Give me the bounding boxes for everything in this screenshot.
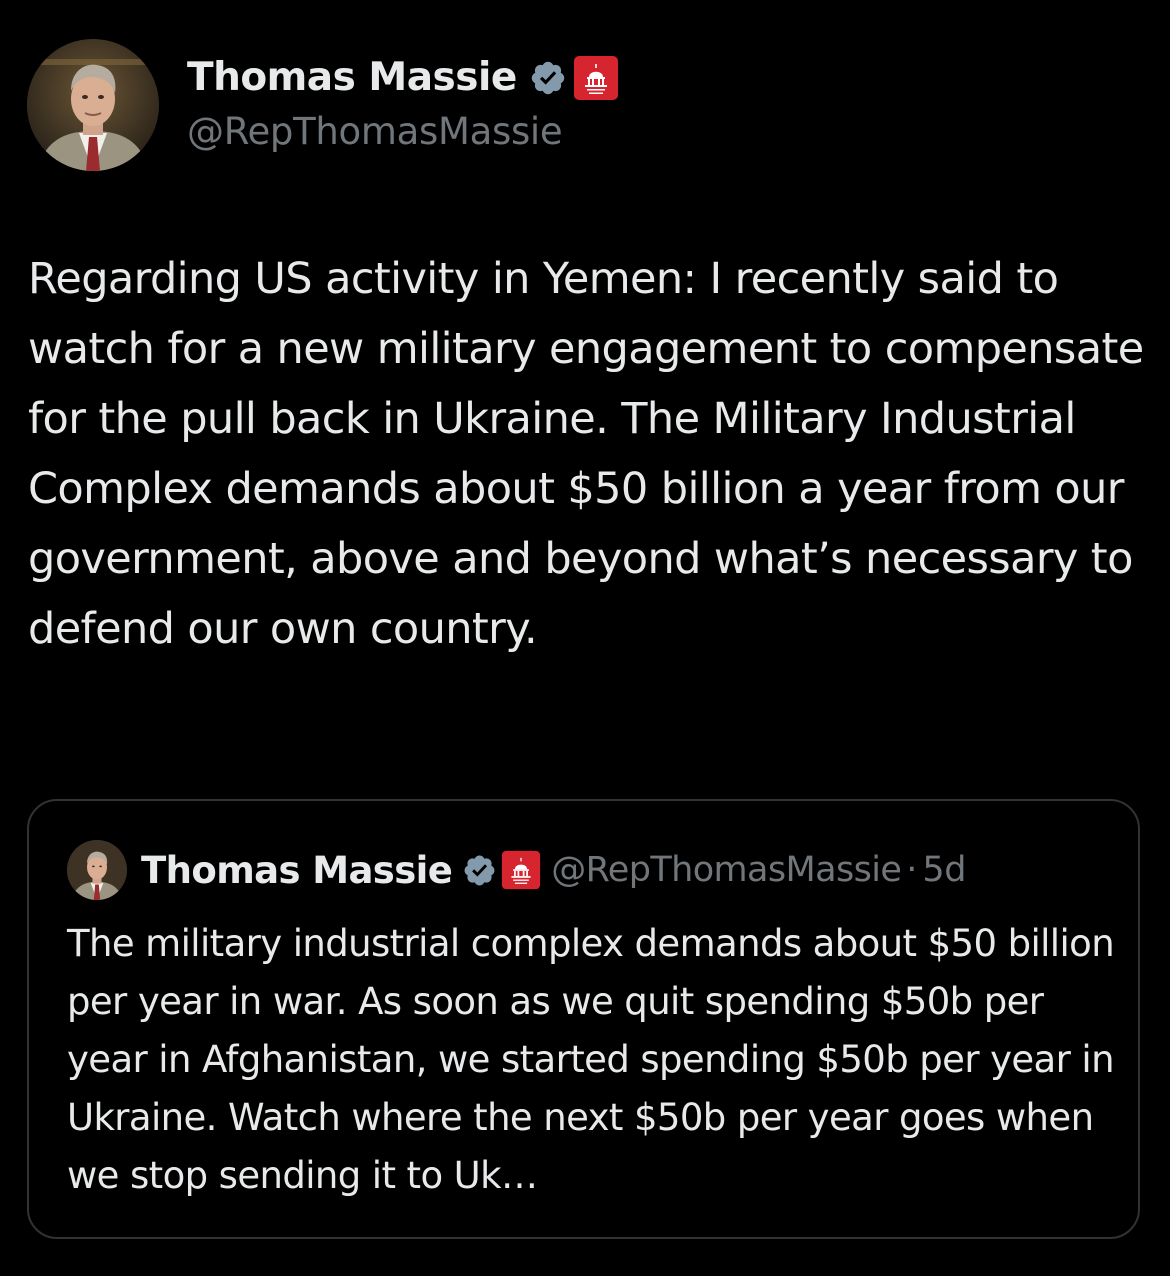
quoted-tweet-text: The military industrial complex demands … [67,922,1115,1197]
author-display-name[interactable]: Thomas Massie [187,55,517,100]
separator-dot: · [906,850,918,890]
author-names: Thomas Massie @RepThomasMassie [187,52,619,153]
quoted-author-avatar[interactable] [67,840,127,900]
author-row: Thomas Massie @RepThomasMassie [27,38,619,172]
author-avatar[interactable] [27,39,159,171]
verified-badge-icon[interactable] [529,59,567,97]
house-gop-badge-icon[interactable] [573,55,619,101]
quoted-tweet-timestamp[interactable]: 5d [922,850,966,890]
quoted-tweet-card[interactable]: Thomas Massie @RepThomasMassie · 5d The … [27,799,1140,1239]
author-handle[interactable]: @RepThomasMassie [187,110,619,153]
quoted-tweet-header: Thomas Massie @RepThomasMassie · 5d [67,839,967,901]
avatar-photo [27,39,159,171]
quoted-author-handle[interactable]: @RepThomasMassie [551,850,902,890]
house-gop-badge-icon[interactable] [501,850,541,890]
tweet-text: Regarding US activity in Yemen: I recent… [28,254,1157,654]
author-name-line: Thomas Massie [187,52,619,104]
verified-badge-icon[interactable] [462,853,497,888]
quoted-author-display-name[interactable]: Thomas Massie [141,849,453,892]
tweet[interactable]: Thomas Massie @RepThomasMassie Regarding… [0,0,1170,1276]
avatar-photo [67,840,127,900]
